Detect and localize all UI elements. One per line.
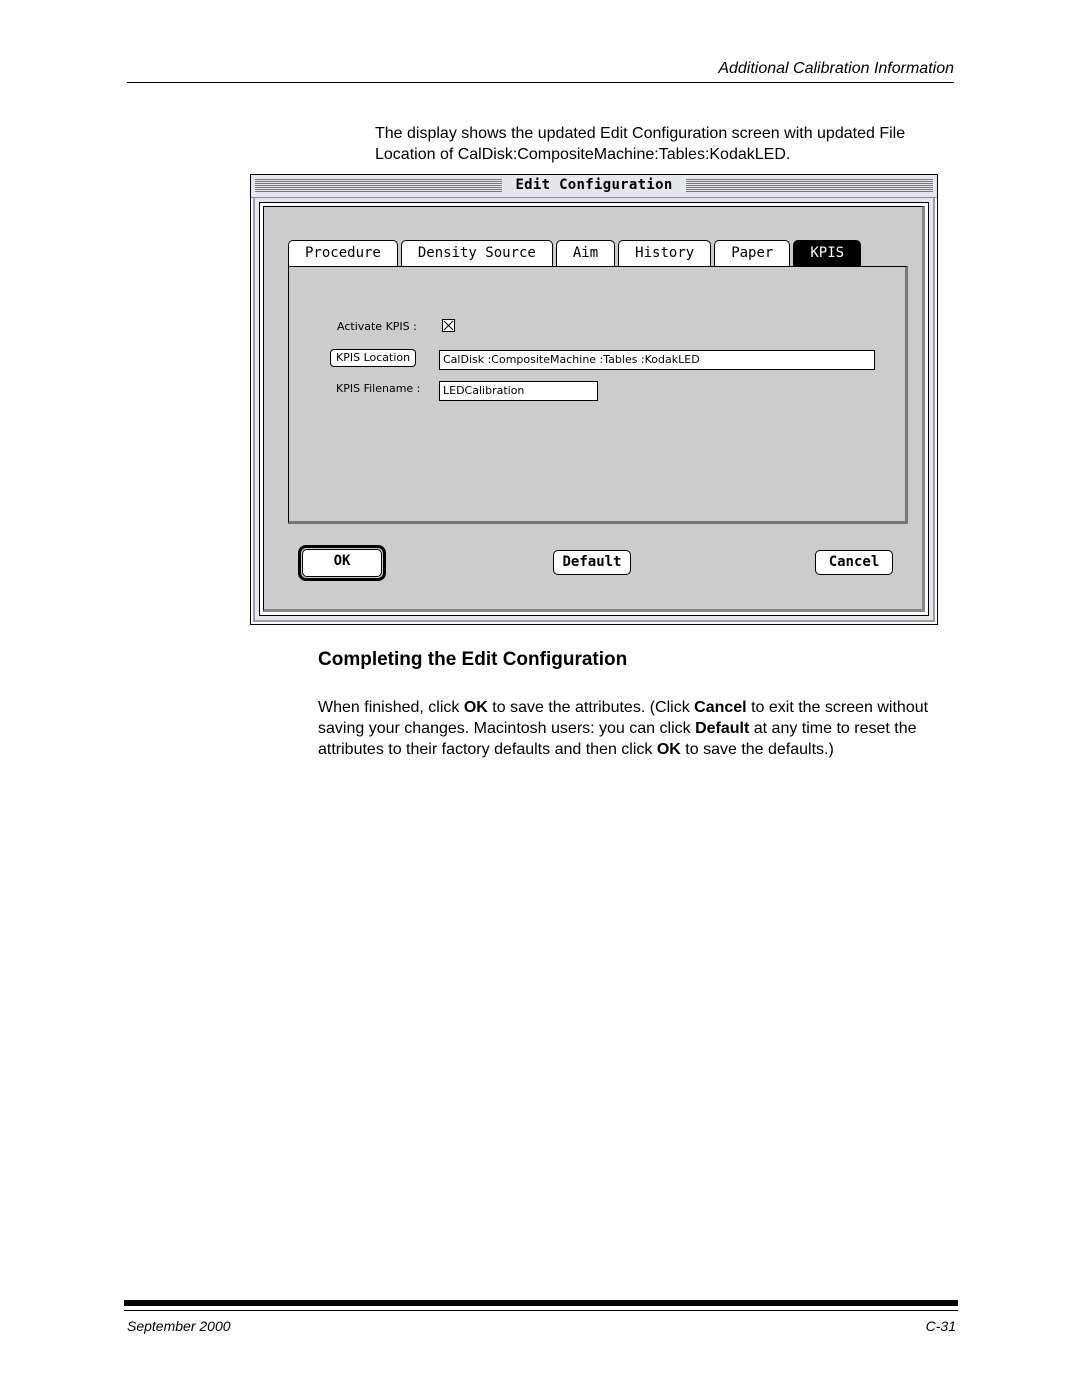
tab-procedure[interactable]: Procedure xyxy=(288,240,398,266)
tab-paper[interactable]: Paper xyxy=(714,240,791,266)
window-inner-border: Procedure Density Source Aim History Pap… xyxy=(259,202,929,616)
text-run: When finished, click xyxy=(318,699,464,716)
tab-aim[interactable]: Aim xyxy=(555,240,616,266)
window-title: Edit Configuration xyxy=(509,177,679,193)
activate-kpis-label: Activate KPIS : xyxy=(337,320,417,333)
text-run: to save the attributes. (Click xyxy=(487,699,695,716)
running-header: Additional Calibration Information xyxy=(127,58,954,83)
intro-paragraph: The display shows the updated Edit Confi… xyxy=(375,125,906,163)
default-button[interactable]: Default xyxy=(553,550,631,575)
section-heading: Completing the Edit Configuration xyxy=(318,649,628,670)
tab-density-source[interactable]: Density Source xyxy=(400,240,553,266)
kpis-panel: Activate KPIS : KPIS Location CalDisk :C… xyxy=(288,266,908,524)
ok-button[interactable]: OK xyxy=(302,549,382,577)
ok-button-default-ring: OK xyxy=(298,545,386,581)
tab-history[interactable]: History xyxy=(618,240,712,266)
kpis-location-field[interactable]: CalDisk :CompositeMachine :Tables :Kodak… xyxy=(439,350,875,370)
text-run: to save the defaults.) xyxy=(680,741,834,758)
tab-kpis[interactable]: KPIS xyxy=(793,240,862,266)
kpis-filename-field[interactable]: LEDCalibration xyxy=(439,381,598,401)
section-title: Additional Calibration Information xyxy=(718,60,954,77)
kpis-location-button[interactable]: KPIS Location xyxy=(330,349,417,367)
footer-rule-thin xyxy=(124,1310,958,1311)
bold-ok: OK xyxy=(463,699,488,716)
bold-cancel: Cancel xyxy=(694,699,747,716)
bold-ok: OK xyxy=(656,741,681,758)
window-titlebar[interactable]: Edit Configuration xyxy=(251,175,937,198)
footer-date: September 2000 xyxy=(127,1318,231,1334)
edit-configuration-window: Edit Configuration Procedure Density Sou… xyxy=(250,174,938,625)
footer-page-number: C-31 xyxy=(925,1318,956,1334)
activate-kpis-checkbox[interactable] xyxy=(442,319,455,332)
kpis-filename-label: KPIS Filename : xyxy=(336,382,421,395)
tab-bar: Procedure Density Source Aim History Pap… xyxy=(288,240,864,266)
dialog-content: Procedure Density Source Aim History Pap… xyxy=(263,206,925,612)
section-paragraph: When finished, click OK to save the attr… xyxy=(318,697,958,760)
checkbox-x-icon xyxy=(443,320,454,331)
cancel-button[interactable]: Cancel xyxy=(815,550,893,575)
window-frame: Procedure Density Source Aim History Pap… xyxy=(253,198,935,622)
footer-rule-thick xyxy=(124,1300,958,1306)
bold-default: Default xyxy=(695,720,750,737)
